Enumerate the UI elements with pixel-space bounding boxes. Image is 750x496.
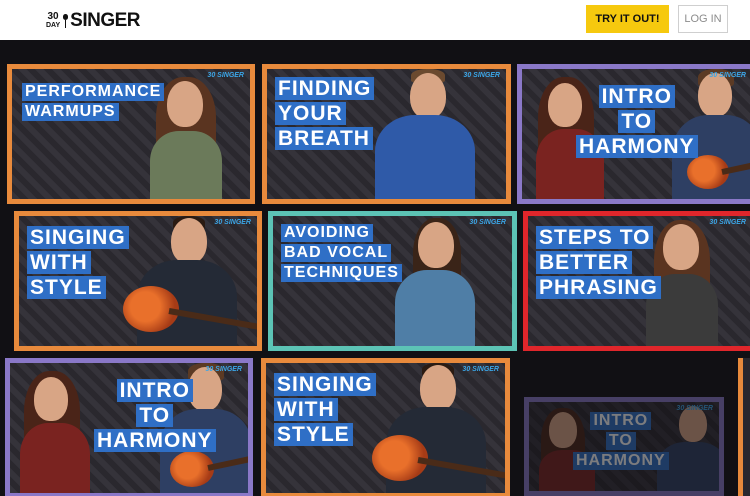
card-title: INTRO TO HARMONY <box>573 412 669 472</box>
brand-badge: 30 SINGER <box>207 72 244 79</box>
logo-number: 30 DAY <box>46 11 61 30</box>
brand-badge: 30 SINGER <box>463 72 500 79</box>
card-title: SINGING WITH STYLE <box>27 226 129 301</box>
card-title: INTRO TO HARMONY <box>576 85 698 160</box>
top-nav-bar: 30 DAY SINGER TRY IT OUT! LOG IN <box>0 0 750 40</box>
brand-badge: 30 SINGER <box>709 219 746 226</box>
card-title: SINGING WITH STYLE <box>274 373 376 448</box>
course-card-intro-to-harmony[interactable]: INTRO TO HARMONY 30 SINGER <box>5 358 253 496</box>
microphone-icon <box>63 14 69 28</box>
log-in-button[interactable]: LOG IN <box>678 5 728 33</box>
brand-badge: 30 SINGER <box>214 219 251 226</box>
course-card-singing-with-style[interactable]: SINGING WITH STYLE 30 SINGER <box>14 211 262 351</box>
card-title: INTRO TO HARMONY <box>94 379 216 454</box>
card-edge-partial <box>738 358 750 496</box>
brand-badge: 30 SINGER <box>469 219 506 226</box>
course-card-avoiding-bad-vocal-techniques[interactable]: AVOIDING BAD VOCAL TECHNIQUES 30 SINGER <box>268 211 517 351</box>
brand-badge: 30 SINGER <box>709 72 746 79</box>
course-card-finding-your-breath[interactable]: FINDING YOUR BREATH 30 SINGER <box>262 64 511 204</box>
try-it-out-button[interactable]: TRY IT OUT! <box>586 5 669 33</box>
card-title: PERFORMANCE WARMUPS <box>22 83 165 123</box>
card-title: STEPS TO BETTER PHRASING <box>536 226 661 301</box>
course-card-steps-to-better-phrasing[interactable]: STEPS TO BETTER PHRASING 30 SINGER <box>523 211 750 351</box>
30-day-singer-logo[interactable]: 30 DAY SINGER <box>46 8 140 34</box>
course-card-intro-to-harmony-faded[interactable]: INTRO TO HARMONY 30 SINGER <box>524 397 724 496</box>
course-card-intro-to-harmony[interactable]: INTRO TO HARMONY 30 SINGER <box>517 64 750 204</box>
course-card-singing-with-style[interactable]: SINGING WITH STYLE 30 SINGER <box>261 358 510 496</box>
card-title: FINDING YOUR BREATH <box>275 77 375 152</box>
brand-badge: 30 SINGER <box>676 405 713 412</box>
brand-badge: 30 SINGER <box>462 366 499 373</box>
course-card-performance-warmups[interactable]: PERFORMANCE WARMUPS 30 SINGER <box>7 64 255 204</box>
logo-wordmark: SINGER <box>70 10 140 31</box>
card-title: AVOIDING BAD VOCAL TECHNIQUES <box>281 224 402 284</box>
brand-badge: 30 SINGER <box>205 366 242 373</box>
